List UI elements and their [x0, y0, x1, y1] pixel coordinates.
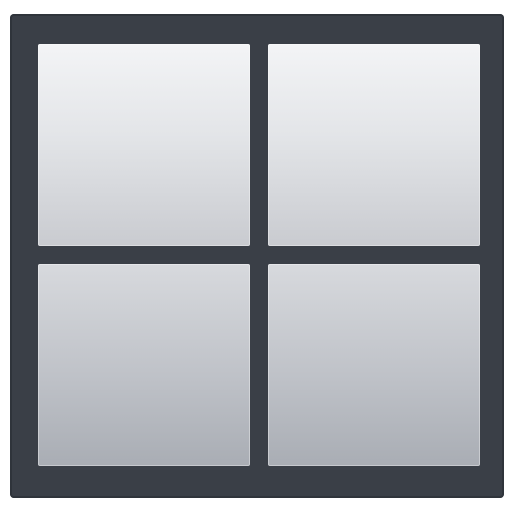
grid-pane-bottom-left: [38, 264, 250, 466]
grid-pane-top-left: [38, 44, 250, 246]
grid-2x2-icon: [0, 0, 512, 512]
grid-pane-bottom-right: [268, 264, 480, 466]
grid-pane-top-right: [268, 44, 480, 246]
